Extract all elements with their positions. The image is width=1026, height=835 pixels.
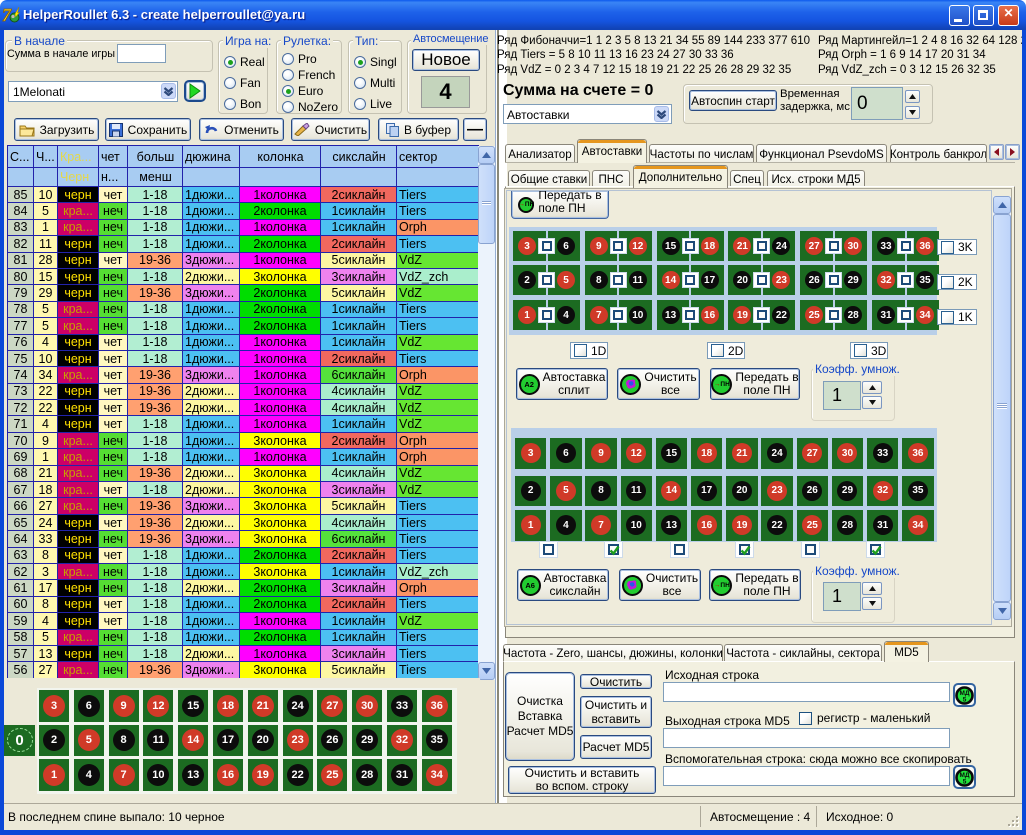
svg-text:5: 5 [963,778,967,785]
svg-text:5: 5 [963,696,967,703]
